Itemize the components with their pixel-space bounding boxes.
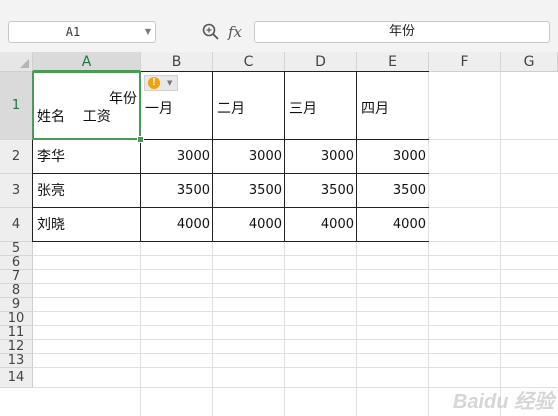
- cell-salary-value[interactable]: 3500: [357, 174, 428, 208]
- column-header-c[interactable]: C: [213, 52, 285, 72]
- cell-salary-value[interactable]: 4000: [141, 208, 212, 242]
- row-header-10[interactable]: 10: [0, 312, 33, 326]
- row-header-5[interactable]: 5: [0, 242, 33, 256]
- cell-salary-value[interactable]: 4000: [285, 208, 356, 242]
- cell-salary-value[interactable]: 3000: [285, 140, 356, 174]
- warning-icon: !: [148, 77, 160, 89]
- select-all-icon: [20, 59, 29, 68]
- row-header-8[interactable]: 8: [0, 284, 33, 298]
- row-header-13[interactable]: 13: [0, 354, 33, 368]
- cell-month-header[interactable]: 二月: [213, 98, 245, 118]
- grid-line-horizontal: [33, 325, 558, 326]
- chevron-down-icon: ▼: [167, 79, 173, 87]
- formula-bar: A1 ▼ fx 年份: [0, 8, 558, 52]
- cell-month-header[interactable]: 四月: [357, 98, 389, 118]
- zoom-icon[interactable]: [201, 22, 221, 42]
- grid-line-vertical: [428, 72, 429, 416]
- row-header-3[interactable]: 3: [0, 174, 33, 208]
- column-header-f[interactable]: F: [429, 52, 501, 72]
- column-header-b[interactable]: B: [141, 52, 213, 72]
- watermark-logo: Baidu 经验: [452, 391, 554, 413]
- cell-employee-name[interactable]: 李华: [33, 140, 65, 174]
- grid-line-horizontal: [33, 269, 558, 270]
- row-header-14[interactable]: 14: [0, 368, 33, 388]
- cell-salary-value[interactable]: 4000: [357, 208, 428, 242]
- grid-line-horizontal: [33, 255, 558, 256]
- cell-salary-value[interactable]: 3000: [141, 140, 212, 174]
- column-header-d[interactable]: D: [285, 52, 357, 72]
- select-all-corner[interactable]: [0, 52, 33, 72]
- row-header-6[interactable]: 6: [0, 256, 33, 270]
- cell-month-header[interactable]: 一月: [141, 98, 173, 118]
- error-check-button[interactable]: ! ▼: [144, 75, 178, 91]
- row-header-9[interactable]: 9: [0, 298, 33, 312]
- row-header-7[interactable]: 7: [0, 270, 33, 284]
- function-icon[interactable]: fx: [228, 22, 242, 42]
- column-header-e[interactable]: E: [357, 52, 429, 72]
- grid-line-horizontal: [33, 339, 558, 340]
- fill-handle[interactable]: [137, 136, 144, 143]
- column-header-g[interactable]: G: [501, 52, 558, 72]
- spreadsheet-grid[interactable]: A B C D E F G 1 2 3 4 5 6 7 8 9 10 11 12 13 14 年份 姓名 工资 一月 二月 三月四…: [0, 52, 558, 416]
- cell-salary-value[interactable]: 3500: [213, 174, 284, 208]
- cell-salary-value[interactable]: 3500: [285, 174, 356, 208]
- grid-line-horizontal: [33, 353, 558, 354]
- row-header-12[interactable]: 12: [0, 340, 33, 354]
- cell-salary-value[interactable]: 4000: [213, 208, 284, 242]
- grid-line-horizontal: [33, 297, 558, 298]
- row-header-4[interactable]: 4: [0, 208, 33, 242]
- grid-line-vertical: [500, 72, 501, 416]
- grid-line-horizontal: [33, 283, 558, 284]
- name-box[interactable]: A1 ▼: [8, 21, 156, 43]
- cell-salary-value[interactable]: 3000: [357, 140, 428, 174]
- cell-salary-value[interactable]: 3500: [141, 174, 212, 208]
- row-header-2[interactable]: 2: [0, 140, 33, 174]
- active-cell-selection: [32, 71, 141, 140]
- cell-employee-name[interactable]: 刘晓: [33, 208, 65, 242]
- grid-line-horizontal: [33, 367, 558, 368]
- name-box-value: A1: [65, 25, 81, 39]
- formula-value: 年份: [388, 24, 415, 39]
- row-header-1[interactable]: 1: [0, 72, 33, 140]
- name-box-dropdown-icon[interactable]: ▼: [145, 22, 151, 42]
- row-header-11[interactable]: 11: [0, 326, 33, 340]
- formula-input[interactable]: 年份: [254, 21, 550, 43]
- cell-salary-value[interactable]: 3000: [213, 140, 284, 174]
- cell-employee-name[interactable]: 张亮: [33, 174, 65, 208]
- grid-line-horizontal: [33, 311, 558, 312]
- cell-month-header[interactable]: 三月: [285, 98, 317, 118]
- column-header-a[interactable]: A: [33, 52, 141, 72]
